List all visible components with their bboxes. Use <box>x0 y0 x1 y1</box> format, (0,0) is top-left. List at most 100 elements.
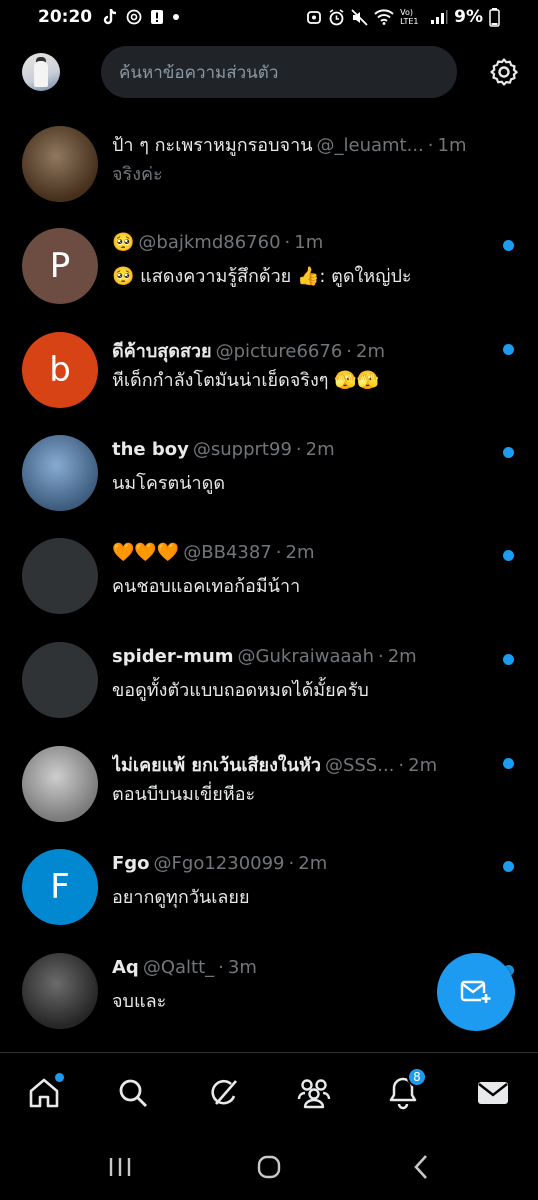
conversation-row[interactable]: P 🥺 @bajkmd86760 · 1m 🥺 แสดงความรู้สึกด้วย 👍:… <box>0 220 538 324</box>
message-time: 1m <box>437 135 467 156</box>
unread-indicator <box>503 447 514 458</box>
message-time: 2m <box>387 646 417 667</box>
home-circle-icon <box>257 1155 281 1179</box>
separator-dot: · <box>218 957 224 978</box>
message-preview: จริงค่ะ <box>112 164 163 185</box>
unread-indicator <box>503 654 514 665</box>
separator-dot: · <box>284 232 291 253</box>
tiktok-icon <box>103 8 117 25</box>
conversation-avatar[interactable] <box>22 746 98 822</box>
sender-name: ไม่เคยแพ้ ยกเว้นเสียงในหัว <box>112 755 321 776</box>
nav-search[interactable] <box>113 1073 153 1113</box>
back-icon <box>414 1155 427 1179</box>
battery-percent: 9% <box>454 7 483 27</box>
search-messages-input[interactable]: ค้นหาข้อความส่วนตัว <box>101 46 457 98</box>
separator-dot: · <box>295 439 302 460</box>
back-button[interactable] <box>401 1152 441 1182</box>
notifications-badge: 8 <box>407 1067 427 1087</box>
sender-handle: @bajkmd86760 <box>138 232 281 253</box>
conversation-row[interactable]: ไม่เคยแพ้ ยกเว้นเสียงในหัว @SSS... · 2m ตอนบ… <box>0 738 538 842</box>
unread-indicator <box>503 758 514 769</box>
avatar-photo <box>22 126 98 202</box>
conversation-avatar[interactable]: F <box>22 849 98 925</box>
conversation-row[interactable]: ป้า ๆ กะเพราหมูกรอบจาน @_leuamt... · 1m จริง… <box>0 118 538 222</box>
sender-handle: @Gukraiwaaah <box>237 646 374 667</box>
recents-button[interactable] <box>100 1152 140 1182</box>
message-preview: นมโครตน่าดูด <box>112 473 226 494</box>
message-time: 1m <box>294 232 324 253</box>
conversation-header-line: Fgo @Fgo1230099 · 2m <box>112 853 492 874</box>
new-message-icon <box>460 980 491 1003</box>
nav-notifications[interactable]: 8 <box>383 1067 427 1113</box>
new-message-button[interactable] <box>437 953 515 1031</box>
message-time: 2m <box>408 755 438 776</box>
status-time: 20:20 <box>38 7 93 27</box>
wifi-icon <box>374 9 394 25</box>
separator-dot: · <box>275 542 282 563</box>
separator-dot: · <box>346 341 353 362</box>
conversation-row[interactable]: b ดีค้าบสุดสวย @picture6676 · 2m หีเด็กกำลังโ… <box>0 324 538 428</box>
conversation-avatar[interactable]: P <box>22 228 98 304</box>
conversation-row[interactable]: the boy @supprt99 · 2m นมโครตน่าดูด <box>0 427 538 531</box>
message-preview: 🥺 แสดงความรู้สึกด้วย 👍: ตูดใหญ่ปะ <box>112 266 412 287</box>
nav-grok[interactable] <box>204 1073 244 1113</box>
avatar-photo <box>22 435 98 511</box>
messages-header: ค้นหาข้อความส่วนตัว <box>0 44 538 102</box>
sender-name: spider-mum <box>112 646 234 667</box>
conversation-header-line: spider-mum @Gukraiwaaah · 2m <box>112 646 492 667</box>
conversation-avatar[interactable] <box>22 126 98 202</box>
sender-name: ป้า ๆ กะเพราหมูกรอบจาน <box>112 135 313 156</box>
nav-home[interactable] <box>24 1073 64 1113</box>
conversation-header-line: Aq @Qaltt_ · 3m <box>112 957 492 978</box>
message-time: 3m <box>227 957 257 978</box>
alarm-icon <box>329 8 344 25</box>
conversation-avatar[interactable] <box>22 642 98 718</box>
separator-dot: · <box>288 853 295 874</box>
system-home-button[interactable] <box>249 1152 289 1182</box>
nav-messages[interactable] <box>473 1073 513 1113</box>
search-icon <box>119 1079 147 1107</box>
nav-communities[interactable] <box>294 1073 334 1113</box>
separator-dot: · <box>377 646 384 667</box>
sender-name: 🧡🧡🧡 <box>112 542 180 563</box>
conversation-avatar[interactable] <box>22 435 98 511</box>
system-navigation-bar <box>0 1134 538 1200</box>
message-time: 2m <box>305 439 335 460</box>
messages-icon <box>478 1082 508 1104</box>
signal-icon <box>431 10 448 24</box>
alert-icon <box>151 10 164 24</box>
threads-icon <box>126 9 142 25</box>
conversation-avatar[interactable]: b <box>22 332 98 408</box>
battery-icon <box>489 7 500 27</box>
sender-name: Aq <box>112 957 139 978</box>
message-preview: ขอดูทั้งตัวแบบถอดหมดได้มั้ยครับ <box>112 680 369 701</box>
mute-icon <box>351 8 368 26</box>
conversation-row[interactable]: spider-mum @Gukraiwaaah · 2m ขอดูทั้งตัวแบบถ… <box>0 634 538 738</box>
separator-dot: · <box>427 135 434 156</box>
status-bar: 20:20 Vo) LTE1 9% <box>0 0 538 34</box>
unread-indicator <box>503 344 514 355</box>
conversation-header-line: ไม่เคยแพ้ ยกเว้นเสียงในหัว @SSS... · 2m <box>112 750 492 779</box>
profile-avatar[interactable] <box>22 53 60 91</box>
sender-name: ดีค้าบสุดสวย <box>112 341 212 362</box>
sender-handle: @SSS... <box>324 755 395 776</box>
sender-handle: @Qaltt_ <box>142 957 215 978</box>
conversation-row[interactable]: F Fgo @Fgo1230099 · 2m อยากดูทุกวันเลยย <box>0 841 538 945</box>
communities-icon <box>297 1079 331 1109</box>
settings-gear-icon[interactable] <box>488 56 520 88</box>
conversation-avatar[interactable] <box>22 953 98 1029</box>
sender-handle: @picture6676 <box>215 341 343 362</box>
search-placeholder: ค้นหาข้อความส่วนตัว <box>119 62 279 83</box>
grok-icon <box>211 1079 237 1105</box>
separator-dot: · <box>398 755 405 776</box>
conversation-row[interactable]: 🧡🧡🧡 @BB4387 · 2m คนชอบแอคเทอก้อมีน้าา <box>0 530 538 634</box>
message-time: 2m <box>356 341 386 362</box>
home-unread-dot <box>55 1073 64 1082</box>
sender-handle: @supprt99 <box>192 439 292 460</box>
bottom-navigation: 8 <box>0 1052 538 1134</box>
sender-handle: @BB4387 <box>183 542 272 563</box>
conversation-avatar[interactable] <box>22 538 98 614</box>
conversation-header-line: the boy @supprt99 · 2m <box>112 439 492 460</box>
sender-handle: @Fgo1230099 <box>153 853 285 874</box>
unread-indicator <box>503 550 514 561</box>
